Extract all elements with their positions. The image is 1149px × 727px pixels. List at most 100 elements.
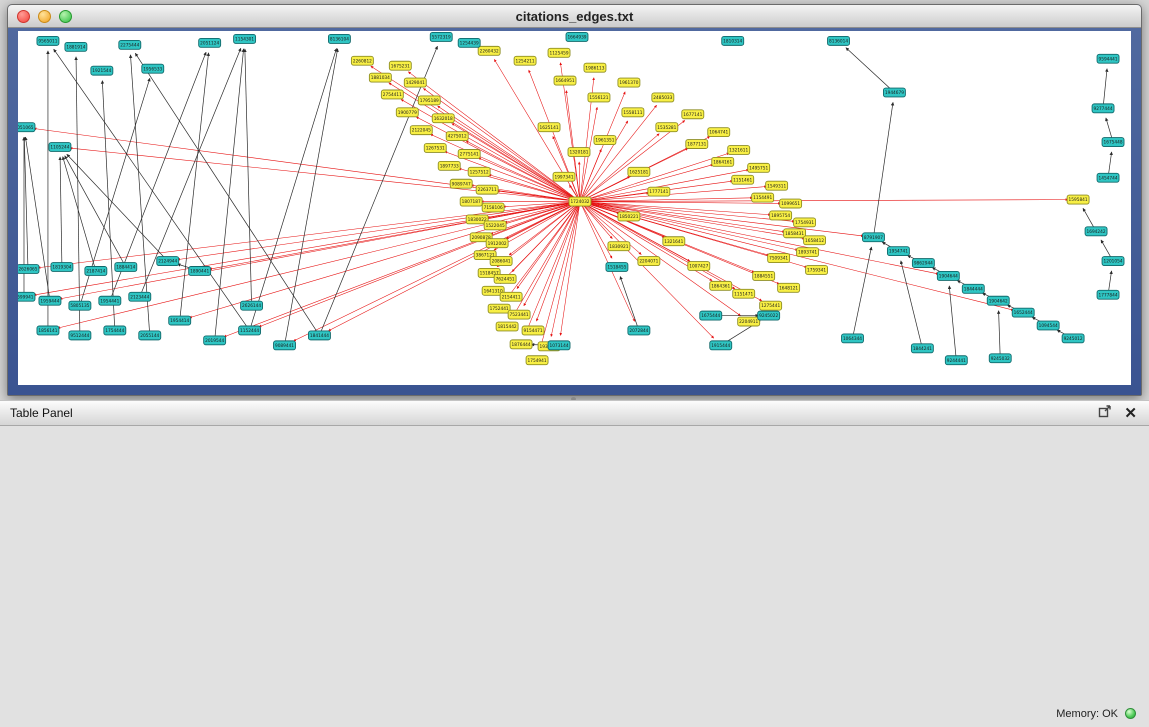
network-node[interactable]: 1844241 [911,344,933,353]
network-node[interactable]: 1549311 [766,181,788,190]
window-titlebar[interactable]: citations_edges.txt [8,5,1141,28]
network-node[interactable]: 1961351 [594,136,616,145]
network-node[interactable]: 1454744 [1097,173,1119,182]
network-node[interactable]: 9245032 [989,354,1011,363]
network-node[interactable]: 1954741 [887,247,909,256]
network-node[interactable]: 2485033 [652,93,674,102]
network-node[interactable]: 1777141 [648,187,670,196]
network-node[interactable]: 1677141 [682,110,704,119]
network-node[interactable]: 1320181 [568,148,590,157]
network-node[interactable]: 1884414 [115,263,137,272]
network-node[interactable]: 9089747 [450,179,472,188]
network-node[interactable]: 1864361 [710,281,732,290]
network-node[interactable]: 7624451 [494,274,516,283]
network-node[interactable]: 2019544 [204,336,226,345]
network-node[interactable]: 1151461 [732,175,754,184]
network-node[interactable]: 1810314 [722,36,744,45]
network-node[interactable]: 1954441 [99,296,121,305]
network-node[interactable]: 1675231 [389,61,411,70]
network-node[interactable]: 9154471 [522,326,544,335]
memory-status-icon[interactable] [1125,708,1136,719]
network-node[interactable]: 1830921 [608,242,630,251]
network-node[interactable]: 2072844 [628,326,650,335]
network-node[interactable]: 1856141 [37,326,59,335]
network-node[interactable]: 1275441 [760,301,782,310]
memory-status-label[interactable]: Memory: OK [1056,708,1118,720]
network-node[interactable]: 8791907 [862,233,884,242]
network-node[interactable]: 1675444 [700,311,722,320]
network-node[interactable]: 7509341 [768,254,790,263]
network-node[interactable]: 1819304 [51,263,73,272]
network-node[interactable]: 2626144 [241,301,263,310]
network-node[interactable]: 8136104 [328,34,350,43]
network-node[interactable]: 1884551 [753,271,775,280]
network-node[interactable]: 1807187 [460,197,482,206]
network-node[interactable]: 1897733 [438,161,460,170]
network-node[interactable]: 1881914 [65,42,87,51]
network-node[interactable]: 1841444 [308,331,330,340]
network-node[interactable]: 1099651 [780,199,802,208]
network-node[interactable]: 1893741 [797,248,819,257]
network-node[interactable]: 9599941 [18,292,35,301]
network-node[interactable]: 1864161 [712,157,734,166]
network-node[interactable]: 1429041 [404,78,426,87]
network-node[interactable]: 1900779 [396,108,418,117]
network-node[interactable]: 1921544 [91,66,113,75]
network-node[interactable]: 1754444 [104,326,126,335]
network-node[interactable]: 1815442 [496,322,518,331]
network-node[interactable]: 2124944 [157,257,179,266]
network-node[interactable]: 1518455 [606,263,628,272]
network-node[interactable]: 7158106 [482,203,504,212]
network-node[interactable]: 1724032 [569,197,591,206]
network-node[interactable]: 1267531 [424,144,446,153]
network-node[interactable]: 1858431 [784,229,806,238]
network-node[interactable]: 2263711 [476,185,498,194]
network-node[interactable]: 8136014 [828,36,850,45]
network-node[interactable]: 2204071 [638,257,660,266]
network-node[interactable]: 1961370 [618,78,640,87]
network-node[interactable]: 1881034 [369,73,391,82]
network-node[interactable]: 1154301 [234,34,256,43]
network-node[interactable]: 9089441 [274,341,296,350]
network-node[interactable]: 1652444 [1012,308,1034,317]
minimize-button[interactable] [38,10,51,23]
network-node[interactable]: 2154411 [500,292,522,301]
network-node[interactable]: 1556121 [588,93,610,102]
network-node[interactable]: 1073144 [548,341,570,350]
network-node[interactable]: 1558111 [622,108,644,117]
network-node[interactable]: 1759341 [806,266,828,275]
network-node[interactable]: 1632018 [432,114,454,123]
network-node[interactable]: 1321611 [728,146,750,155]
network-node[interactable]: 1986113 [584,63,606,72]
network-node[interactable]: 1777844 [1097,290,1119,299]
network-node[interactable]: 1201054 [1102,257,1124,266]
network-node[interactable]: 1912002 [486,239,508,248]
network-node[interactable]: 1795189 [418,96,440,105]
network-node[interactable]: 1877131 [686,140,708,149]
network-node[interactable]: 1254211 [514,56,536,65]
network-node[interactable]: 1094544 [1037,321,1059,330]
network-node[interactable]: 2260812 [351,56,373,65]
network-node[interactable]: 1495751 [748,163,770,172]
network-node[interactable]: 1658412 [804,236,826,245]
network-node[interactable]: 1664951 [554,76,576,85]
network-node[interactable]: 4275012 [446,132,468,141]
network-node[interactable]: 1648121 [778,283,800,292]
network-node[interactable]: 1625141 [538,123,560,132]
network-node[interactable]: 1257512 [468,167,490,176]
network-node[interactable]: 1125459 [548,48,570,57]
network-node[interactable]: 1997341 [553,172,575,181]
network-node[interactable]: 9862944 [912,259,934,268]
network-node[interactable]: 2051124 [199,38,221,47]
network-node[interactable]: 9245012 [1062,334,1084,343]
network-node[interactable]: 1754941 [526,356,548,365]
network-node[interactable]: 2260432 [478,46,500,55]
network-node[interactable]: 9565011 [37,36,59,45]
network-node[interactable]: 1694242 [1085,227,1107,236]
float-panel-icon[interactable] [1098,404,1112,423]
network-node[interactable]: 1154491 [752,193,774,202]
network-node[interactable]: 2204911 [738,317,760,326]
network-node[interactable]: 9245022 [758,311,780,320]
network-node[interactable]: 1105244 [49,143,71,152]
network-node[interactable]: 9512444 [69,331,91,340]
